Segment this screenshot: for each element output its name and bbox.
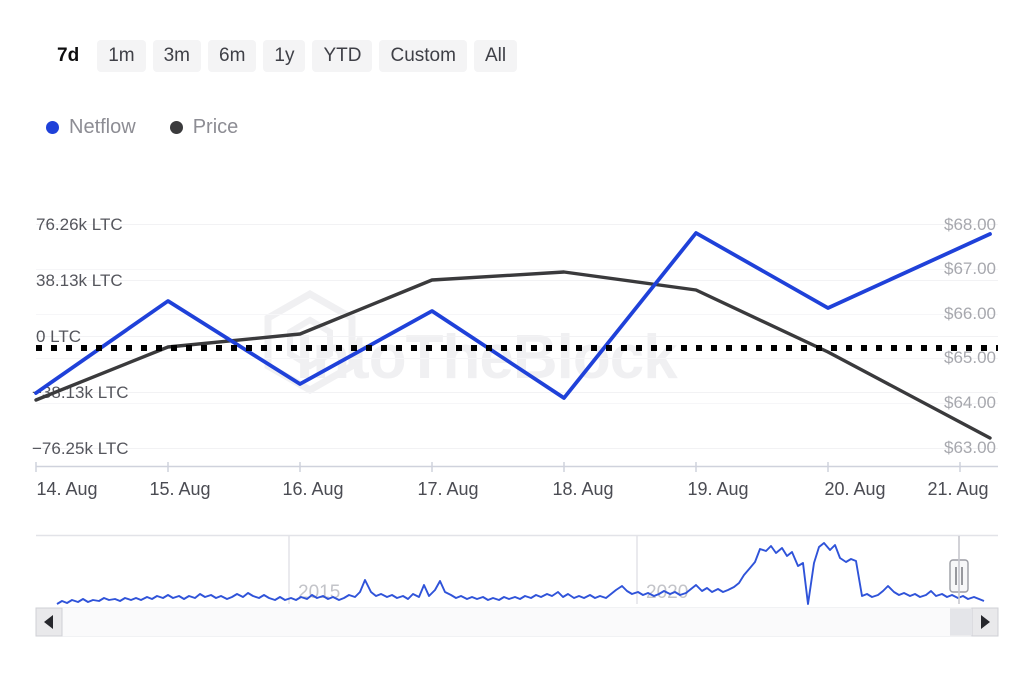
watermark: IntoTheBlock <box>264 289 679 395</box>
y-axis-left-tick-2: 0 LTC <box>36 327 81 346</box>
series-line-netflow <box>34 231 992 400</box>
x-axis-tick-0: 14. Aug <box>36 479 97 499</box>
y-axis-right-tick-2: $66.00 <box>944 304 996 323</box>
range-button-1y[interactable]: 1y <box>263 39 306 72</box>
y-axis-left-tick-0: 76.26k LTC <box>36 215 123 234</box>
legend-item-netflow[interactable]: Netflow <box>46 116 136 138</box>
hexagon-logo-icon <box>264 289 356 395</box>
chevron-right-icon <box>981 615 990 629</box>
scrollbar-grip[interactable] <box>950 609 972 635</box>
y-axis-left: 76.26k LTC 38.13k LTC 0 LTC −38.13k LTC … <box>32 215 129 458</box>
chart-legend: Netflow Price <box>46 112 238 142</box>
x-axis <box>35 462 998 472</box>
legend-label-price: Price <box>192 116 239 138</box>
gridlines-horizontal <box>36 224 998 449</box>
chevron-left-icon <box>44 615 53 629</box>
x-axis-tick-4: 18. Aug <box>552 479 613 499</box>
range-button-6m[interactable]: 6m <box>208 39 257 72</box>
chart-container: IntoTheBlock 76.26k LTC 38.13k LTC 0 LTC… <box>0 0 1024 683</box>
navigator-handle-right[interactable] <box>949 559 969 593</box>
range-button-custom[interactable]: Custom <box>379 39 467 72</box>
legend-item-price[interactable]: Price <box>169 116 239 138</box>
y-axis-left-tick-4: −76.25k LTC <box>32 439 129 458</box>
navigator-year-label-2015: 2015 <box>298 582 340 603</box>
scrollbar-right-button[interactable] <box>971 607 999 637</box>
range-selector[interactable]: 7d 1m 3m 6m 1y YTD Custom All <box>46 39 518 72</box>
scrollbar-thumb[interactable] <box>60 608 950 636</box>
series-line-price <box>34 270 992 440</box>
y-axis-left-tick-1: 38.13k LTC <box>36 271 123 290</box>
range-button-all[interactable]: All <box>473 39 518 72</box>
legend-label-netflow: Netflow <box>69 116 136 138</box>
y-axis-right-tick-1: $67.00 <box>944 259 996 278</box>
range-button-7d[interactable]: 7d <box>46 40 90 72</box>
y-axis-right-tick-0: $68.00 <box>944 215 996 234</box>
navigator-sparkline <box>56 542 985 605</box>
x-axis-tick-7: 21. Aug <box>927 479 988 499</box>
x-axis-tick-1: 15. Aug <box>149 479 210 499</box>
x-axis-tick-5: 19. Aug <box>687 479 748 499</box>
y-axis-right: $68.00 $67.00 $66.00 $65.00 $64.00 $63.0… <box>944 215 996 457</box>
scrollbar-left-button[interactable] <box>35 607 63 637</box>
range-button-1m[interactable]: 1m <box>97 39 146 72</box>
y-axis-left-tick-3: −38.13k LTC <box>32 383 129 402</box>
navigator-year-label-2020: 2020 <box>646 582 688 603</box>
gridlines-right-axis <box>36 269 998 404</box>
navigator[interactable]: 2015 2020 <box>36 534 998 605</box>
circle-marker-icon <box>46 120 59 134</box>
x-axis-tick-6: 20. Aug <box>824 479 885 499</box>
range-button-ytd[interactable]: YTD <box>312 39 373 72</box>
x-axis-labels: 14. Aug 15. Aug 16. Aug 17. Aug 18. Aug … <box>36 479 988 499</box>
x-axis-tick-3: 17. Aug <box>417 479 478 499</box>
y-axis-right-tick-5: $63.00 <box>944 438 996 457</box>
y-axis-right-tick-4: $64.00 <box>944 393 996 412</box>
x-axis-tick-2: 16. Aug <box>282 479 343 499</box>
scrollbar-track[interactable] <box>35 607 999 637</box>
circle-marker-icon <box>169 120 183 134</box>
y-axis-right-tick-3: $65.00 <box>944 348 996 367</box>
range-button-3m[interactable]: 3m <box>152 39 201 72</box>
scrollbar[interactable] <box>35 607 999 637</box>
watermark-text: IntoTheBlock <box>296 323 678 392</box>
